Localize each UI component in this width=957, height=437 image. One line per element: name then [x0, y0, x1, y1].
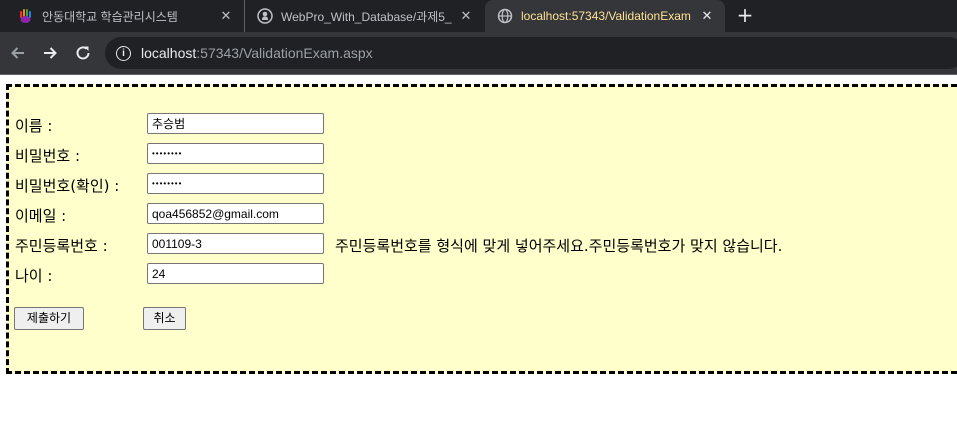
browser-tab-bar: 안동대학교 학습관리시스템 ✕ WebPro_With_Database/과제5… [0, 0, 957, 32]
age-input[interactable] [147, 263, 324, 284]
back-arrow-icon[interactable] [6, 41, 30, 65]
globe-icon [497, 8, 513, 24]
email-input[interactable] [147, 203, 324, 224]
info-icon[interactable]: i [116, 45, 131, 61]
colorful-hand-icon [18, 8, 34, 24]
url-path: :57343/ValidationExam.aspx [196, 45, 373, 61]
name-row: 이름 : [15, 113, 915, 135]
password-label: 비밀번호 : [15, 147, 81, 165]
close-tab-icon[interactable]: ✕ [218, 8, 234, 24]
forward-arrow-icon[interactable] [38, 41, 62, 65]
tab-title: localhost:57343/ValidationExam [521, 9, 691, 23]
tab-validation-exam[interactable]: localhost:57343/ValidationExam ✕ [485, 0, 725, 32]
reload-icon[interactable] [71, 41, 95, 65]
submit-button[interactable]: 제출하기 [14, 307, 84, 330]
close-tab-icon[interactable]: ✕ [458, 8, 474, 24]
tab-lms[interactable]: 안동대학교 학습관리시스템 ✕ [0, 0, 244, 32]
password-confirm-row: 비밀번호(확인) : [15, 173, 915, 195]
new-tab-button[interactable]: + [734, 4, 756, 26]
age-row: 나이 : [15, 263, 915, 285]
resident-number-row: 주민등록번호 : 주민등록번호를 형식에 맞게 넣어주세요.주민등록번호가 맞지… [15, 233, 915, 255]
browser-toolbar: i localhost:57343/ValidationExam.aspx [0, 32, 957, 74]
url-host: localhost [141, 45, 197, 61]
close-tab-icon[interactable]: ✕ [699, 8, 715, 24]
github-icon [257, 8, 273, 24]
resident-number-label: 주민등록번호 : [15, 237, 108, 255]
tab-title: WebPro_With_Database/과제5_ [281, 9, 452, 24]
email-row: 이메일 : [15, 203, 915, 225]
email-label: 이메일 : [15, 207, 67, 225]
cancel-button[interactable]: 취소 [143, 307, 186, 330]
password-row: 비밀번호 : [15, 143, 915, 165]
age-label: 나이 : [15, 267, 53, 285]
address-bar[interactable]: i localhost:57343/ValidationExam.aspx [105, 37, 957, 69]
name-input[interactable] [147, 113, 324, 134]
validation-form-panel: 이름 : 비밀번호 : 비밀번호(확인) : 이메일 : 주민등록번호 : 주민… [6, 84, 957, 374]
password-confirm-label: 비밀번호(확인) : [15, 177, 120, 195]
password-confirm-input[interactable] [147, 173, 324, 194]
page-content: 이름 : 비밀번호 : 비밀번호(확인) : 이메일 : 주민등록번호 : 주민… [0, 75, 957, 437]
password-input[interactable] [147, 143, 324, 164]
tab-github[interactable]: WebPro_With_Database/과제5_ ✕ [244, 0, 484, 32]
resident-number-error-message: 주민등록번호를 형식에 맞게 넣어주세요.주민등록번호가 맞지 않습니다. [335, 237, 783, 255]
resident-number-input[interactable] [147, 233, 324, 254]
name-label: 이름 : [15, 117, 53, 135]
tab-title: 안동대학교 학습관리시스템 [42, 9, 178, 24]
